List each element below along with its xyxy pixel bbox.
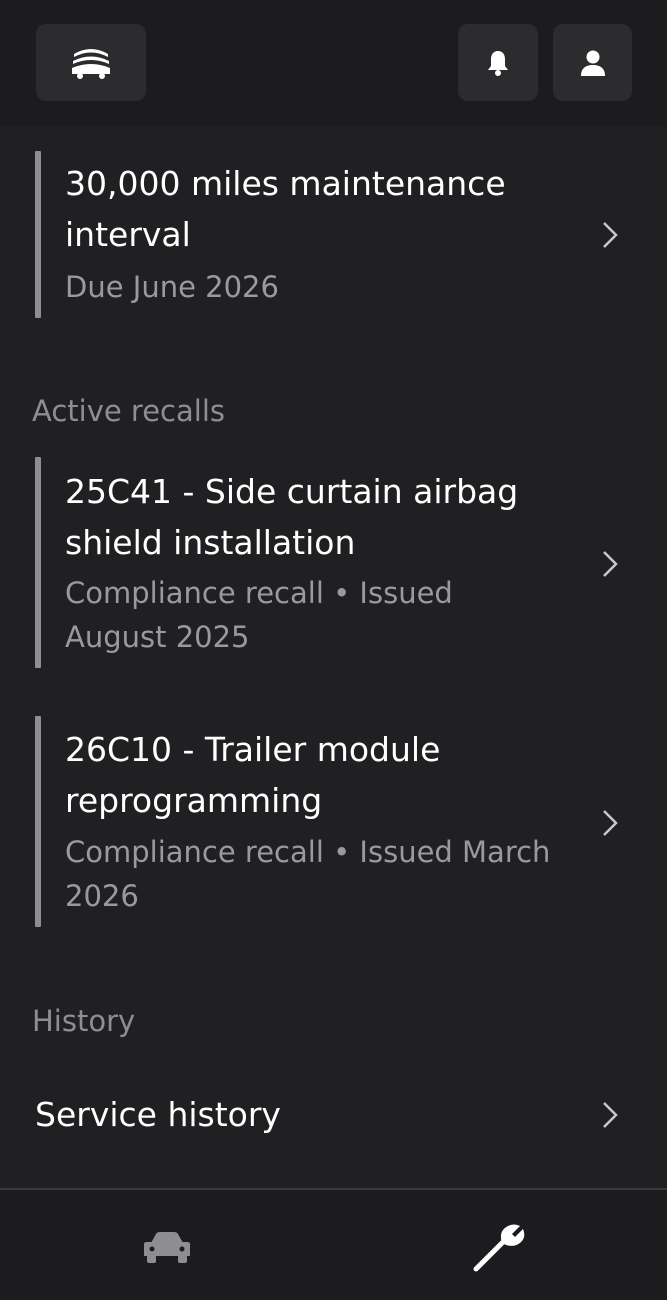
chevron-right-icon	[603, 810, 618, 836]
notifications-button[interactable]	[458, 24, 538, 101]
section-label-history: History	[32, 1004, 136, 1038]
profile-button[interactable]	[553, 24, 632, 101]
maintenance-item[interactable]: 30,000 miles maintenance interval Due Ju…	[35, 151, 635, 318]
service-history-label: Service history	[35, 1095, 281, 1134]
bell-icon	[488, 50, 508, 76]
home-logo-button[interactable]	[36, 24, 146, 101]
bottom-nav	[0, 1188, 667, 1300]
nav-vehicle-button[interactable]	[122, 1212, 212, 1282]
recall-item[interactable]: 26C10 - Trailer module reprogramming Com…	[35, 716, 635, 927]
recall-title: 26C10 - Trailer module reprogramming	[65, 730, 441, 820]
service-screen: 30,000 miles maintenance interval Due Ju…	[0, 0, 667, 1300]
nav-service-button[interactable]	[455, 1212, 545, 1282]
chevron-right-icon	[603, 1102, 618, 1128]
wrench-icon	[473, 1224, 525, 1272]
user-icon	[580, 50, 605, 76]
section-label-active-recalls: Active recalls	[32, 394, 225, 428]
item-accent-bar	[35, 716, 41, 927]
chevron-right-icon	[603, 222, 618, 248]
recall-subtitle: Compliance recall • Issued March 2026	[65, 835, 551, 913]
maintenance-title: 30,000 miles maintenance interval	[65, 164, 506, 254]
service-history-row[interactable]: Service history	[0, 1070, 667, 1160]
car-icon	[144, 1232, 190, 1263]
item-accent-bar	[35, 151, 41, 318]
vehicle-logo-icon	[72, 48, 110, 79]
chevron-right-icon	[603, 551, 618, 577]
recall-subtitle: Compliance recall • Issued August 2025	[65, 576, 453, 654]
recall-title: 25C41 - Side curtain airbag shield insta…	[65, 472, 519, 562]
top-bar	[0, 0, 667, 126]
maintenance-subtitle: Due June 2026	[65, 270, 279, 304]
recall-item[interactable]: 25C41 - Side curtain airbag shield insta…	[35, 457, 635, 668]
item-accent-bar	[35, 457, 41, 668]
